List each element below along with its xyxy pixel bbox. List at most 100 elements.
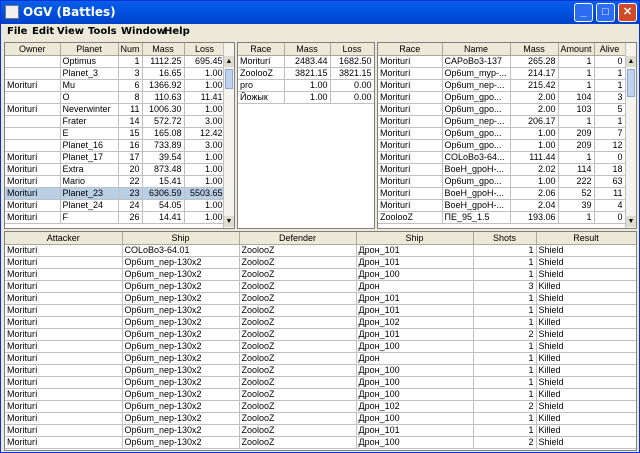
- race-row[interactable]: pro 1.00 0.00: [238, 79, 374, 92]
- groups-cell: Op6um_gpo...: [442, 139, 511, 152]
- planets-cell: Optimus: [60, 55, 119, 68]
- shot-row[interactable]: Moriturí Op6um_nep-130x2 ZoolooZ Дрон 3 Kille…: [5, 280, 636, 293]
- race-row[interactable]: Йожык 1.00 0.00: [238, 91, 374, 104]
- group-row[interactable]: Moriturí BoeH_gpoH-... 2.02 114 18: [378, 163, 626, 176]
- menu-view[interactable]: View: [57, 26, 84, 37]
- shot-row[interactable]: Moriturí COLoBo3-64.01 ZoolooZ Дрон_101 1 Shi…: [5, 244, 636, 257]
- planets-col-header[interactable]: Num: [118, 43, 143, 56]
- planets-col-header[interactable]: Planet: [60, 43, 119, 56]
- shot-row[interactable]: Moriturí Op6um_nep-130x2 ZoolooZ Дрон_100 1 K…: [5, 364, 636, 377]
- planet-row[interactable]: Optimus 1 1112.25 695.45: [5, 55, 226, 68]
- races-col-header[interactable]: Mass: [284, 43, 331, 56]
- groups-cell: 1: [594, 79, 626, 92]
- planet-row[interactable]: Moriturí Planet_24 24 54.05 1.00: [5, 199, 226, 212]
- shot-row[interactable]: Moriturí Op6um_nep-130x2 ZoolooZ Дрон_101 1 K…: [5, 424, 636, 437]
- scroll-down-icon[interactable]: ▼: [626, 216, 636, 227]
- group-row[interactable]: Moriturí BoeH_gpoH-... 2.06 52 11: [378, 187, 626, 200]
- shot-row[interactable]: Moriturí Op6um_nep-130x2 ZoolooZ Дрон_101 1 S…: [5, 304, 636, 317]
- planet-row[interactable]: Moriturí Extra 20 873.48 1.00: [5, 163, 226, 176]
- scroll-down-icon[interactable]: ▼: [224, 216, 234, 227]
- group-row[interactable]: Moriturí Op6um_gpo... 1.00 209 12: [378, 139, 626, 152]
- group-row[interactable]: Moriturí Op6um_myp-... 214.17 1 1: [378, 67, 626, 80]
- shot-row[interactable]: Moriturí Op6um_nep-130x2 ZoolooZ Дрон_100 1 S…: [5, 268, 636, 281]
- shot-row[interactable]: Moriturí Op6um_nep-130x2 ZoolooZ Дрон_100 1 S…: [5, 340, 636, 353]
- planet-row[interactable]: Moriturí F 26 14.41 1.00: [5, 211, 226, 224]
- race-row[interactable]: Moriturí 2483.44 1682.50: [238, 55, 374, 68]
- menu-tools[interactable]: Tools: [88, 26, 117, 37]
- shots-cell: ZoolooZ: [239, 280, 357, 293]
- group-row[interactable]: Moriturí CAPoBo3-137 265.28 1 0: [378, 55, 626, 68]
- shot-row[interactable]: Moriturí Op6um_nep-130x2 ZoolooZ Дрон 1 Kille…: [5, 352, 636, 365]
- shots-col-header[interactable]: Ship: [122, 232, 240, 245]
- shots-col-header[interactable]: Defender: [239, 232, 357, 245]
- groups-cell: Moriturí: [378, 103, 443, 116]
- group-row[interactable]: Moriturí BoeH_gpoH-... 2.04 39 4: [378, 199, 626, 212]
- minimize-button[interactable]: _: [574, 3, 593, 22]
- groups-col-header[interactable]: Race: [378, 43, 443, 56]
- groups-cell: Op6um_gpo...: [442, 91, 511, 104]
- races-cell: ZoolooZ: [238, 67, 285, 80]
- group-row[interactable]: Moriturí Op6um_gpo... 2.00 103 5: [378, 103, 626, 116]
- shots-cell: Moriturí: [5, 340, 123, 353]
- scroll-up-icon[interactable]: ▲: [224, 56, 234, 67]
- planet-row[interactable]: Moriturí Planet_17 17 39.54 1.00: [5, 151, 226, 164]
- shot-row[interactable]: Moriturí Op6um_nep-130x2 ZoolooZ Дрон_100 2 S…: [5, 436, 636, 449]
- race-row[interactable]: ZoolooZ 3821.15 3821.15: [238, 67, 374, 80]
- scroll-up-icon[interactable]: ▲: [626, 56, 636, 67]
- planet-row[interactable]: Planet_16 16 733.89 3.00: [5, 139, 226, 152]
- groups-scrollbar[interactable]: ▲ ▼: [625, 43, 636, 228]
- menu-file[interactable]: File: [7, 26, 27, 37]
- shot-row[interactable]: Moriturí Op6um_nep-130x2 ZoolooZ Дрон_100 1 K…: [5, 388, 636, 401]
- planet-row[interactable]: O 8 110.63 11.41: [5, 91, 226, 104]
- groups-cell: 103: [558, 103, 595, 116]
- planet-row[interactable]: E 15 165.08 12.42: [5, 127, 226, 140]
- scroll-thumb[interactable]: [627, 69, 635, 97]
- shots-col-header[interactable]: Shots: [473, 232, 537, 245]
- planets-col-header[interactable]: Loss: [184, 43, 226, 56]
- groups-col-header[interactable]: Mass: [510, 43, 559, 56]
- planet-row[interactable]: Frater 14 572.72 3.00: [5, 115, 226, 128]
- groups-col-header[interactable]: Amount: [558, 43, 595, 56]
- planets-cell: [5, 67, 61, 80]
- shots-col-header[interactable]: Attacker: [5, 232, 123, 245]
- shots-col-header[interactable]: Result: [536, 232, 636, 245]
- menu-help[interactable]: Help: [164, 26, 190, 37]
- shots-col-header[interactable]: Ship: [356, 232, 474, 245]
- planets-col-header[interactable]: Mass: [142, 43, 185, 56]
- shot-row[interactable]: Moriturí Op6um_nep-130x2 ZoolooZ Дрон_100 1 S…: [5, 376, 636, 389]
- group-row[interactable]: Moriturí Op6um_gpo... 2.00 104 3: [378, 91, 626, 104]
- planets-scrollbar[interactable]: ▲ ▼: [223, 43, 234, 228]
- planet-row[interactable]: Moriturí Planet_23 23 6306.59 5503.65: [5, 187, 226, 200]
- scroll-thumb[interactable]: [225, 69, 233, 89]
- planet-row[interactable]: Moriturí Mario 22 15.41 1.00: [5, 175, 226, 188]
- shots-cell: 1: [473, 364, 537, 377]
- planets-cell: 11: [118, 103, 143, 116]
- groups-col-header[interactable]: Alive: [594, 43, 626, 56]
- planets-col-header[interactable]: Owner: [5, 43, 61, 56]
- group-row[interactable]: Moriturí Op6um_nep-... 206.17 1 1: [378, 115, 626, 128]
- maximize-button[interactable]: □: [596, 3, 615, 22]
- shot-row[interactable]: Moriturí Op6um_nep-130x2 ZoolooZ Дрон_102 1 K…: [5, 316, 636, 329]
- group-row[interactable]: Moriturí COLoBo3-64... 111.44 1 0: [378, 151, 626, 164]
- races-col-header[interactable]: Race: [238, 43, 285, 56]
- shot-row[interactable]: Moriturí Op6um_nep-130x2 ZoolooZ Дрон_101 2 S…: [5, 328, 636, 341]
- races-col-header[interactable]: Loss: [330, 43, 374, 56]
- group-row[interactable]: ZoolooZ ПЕ_95_1.5 193.06 1 0: [378, 211, 626, 224]
- shot-row[interactable]: Moriturí Op6um_nep-130x2 ZoolooZ Дрон_101 1 S…: [5, 256, 636, 269]
- shots-cell: Moriturí: [5, 292, 123, 305]
- groups-col-header[interactable]: Name: [442, 43, 511, 56]
- menu-edit[interactable]: Edit: [32, 26, 54, 37]
- close-button[interactable]: ✕: [618, 3, 637, 22]
- title-bar[interactable]: OGV (Battles) _ □ ✕: [1, 1, 639, 24]
- group-row[interactable]: Moriturí Op6um_gpo... 1.00 209 7: [378, 127, 626, 140]
- group-row[interactable]: Moriturí Op6um_gpo... 1.00 222 63: [378, 175, 626, 188]
- planet-row[interactable]: Planet_3 3 16.65 1.00: [5, 67, 226, 80]
- shots-cell: 1: [473, 424, 537, 437]
- shot-row[interactable]: Moriturí Op6um_nep-130x2 ZoolooZ Дрон_100 1 K…: [5, 412, 636, 425]
- planet-row[interactable]: Moriturí Neverwinter 11 1006.30 1.00: [5, 103, 226, 116]
- group-row[interactable]: Moriturí Op6um_nep-... 215.42 1 1: [378, 79, 626, 92]
- shot-row[interactable]: Moriturí Op6um_nep-130x2 ZoolooZ Дрон_101 1 S…: [5, 292, 636, 305]
- shot-row[interactable]: Moriturí Op6um_nep-130x2 ZoolooZ Дрон_102 2 S…: [5, 400, 636, 413]
- planet-row[interactable]: Moriturí Mu 6 1366.92 1.00: [5, 79, 226, 92]
- menu-window[interactable]: Window: [121, 26, 166, 37]
